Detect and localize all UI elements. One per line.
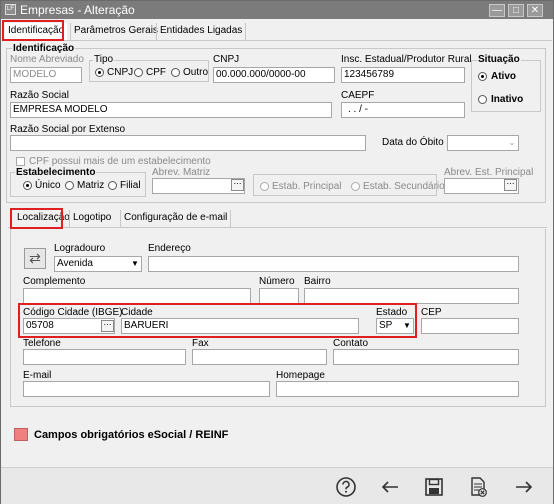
situacao-label: Situação xyxy=(477,54,521,65)
tipo-cpf-label: CPF xyxy=(146,67,166,78)
estab-secundario-label: Estab. Secundário xyxy=(363,181,445,192)
complemento-input[interactable] xyxy=(23,288,251,304)
back-arrow-icon[interactable] xyxy=(379,476,401,498)
estab-secundario-radio[interactable] xyxy=(351,182,360,191)
cnpj-input[interactable]: 00.000.000/0000-00 xyxy=(213,67,335,83)
swap-arrows-icon[interactable]: ⇄ xyxy=(24,248,46,269)
minimize-button[interactable]: — xyxy=(489,4,505,17)
logradouro-label: Logradouro xyxy=(54,243,106,254)
tipo-outro-radio[interactable] xyxy=(171,68,180,77)
cod-cidade-lookup-button[interactable]: ⋯ xyxy=(101,320,114,332)
estab-filial-label: Filial xyxy=(120,180,141,191)
close-button[interactable]: ✕ xyxy=(527,4,543,17)
tab-entidades-ligadas[interactable]: Entidades Ligadas xyxy=(156,23,247,40)
bairro-label: Bairro xyxy=(304,276,331,287)
identificacao-section-label: Identificação xyxy=(12,43,76,54)
title-bar: LF Empresas - Alteração — □ ✕ xyxy=(1,1,553,19)
bairro-input[interactable] xyxy=(304,288,519,304)
telefone-label: Telefone xyxy=(23,338,61,349)
numero-input[interactable] xyxy=(259,288,299,304)
homepage-label: Homepage xyxy=(276,370,325,381)
estab-unico-label: Único xyxy=(35,180,61,191)
cidade-label: Cidade xyxy=(121,307,153,318)
inner-tab-strip xyxy=(8,227,547,228)
estab-matriz-radio[interactable] xyxy=(65,181,74,190)
maximize-button[interactable]: □ xyxy=(508,4,524,17)
bottom-toolbar xyxy=(1,467,553,504)
numero-label: Número xyxy=(259,276,295,287)
situacao-ativo-label: Ativo xyxy=(491,71,516,82)
cpf-multi-checkbox[interactable] xyxy=(16,157,25,166)
insc-estadual-label: Insc. Estadual/Produtor Rural xyxy=(341,54,472,65)
required-fields-legend-text: Campos obrigatórios eSocial / REINF xyxy=(34,429,229,441)
abrev-matriz-lookup-button[interactable]: ⋯ xyxy=(231,179,244,191)
chevron-down-icon[interactable]: ▼ xyxy=(401,319,413,333)
required-fields-legend-swatch xyxy=(14,428,28,441)
estab-unico-radio[interactable] xyxy=(23,181,32,190)
estab-principal-radio[interactable] xyxy=(260,182,269,191)
caepf-label: CAEPF xyxy=(341,90,375,101)
razao-extenso-input[interactable] xyxy=(10,135,366,151)
email-label: E-mail xyxy=(23,370,52,381)
tab-logotipo[interactable]: Logotipo xyxy=(69,210,114,227)
tipo-label: Tipo xyxy=(93,54,115,65)
situacao-inativo-label: Inativo xyxy=(491,94,524,105)
endereco-label: Endereço xyxy=(148,243,191,254)
tab-configuracao-email[interactable]: Configuração de e-mail xyxy=(120,210,232,227)
situacao-inativo-radio[interactable] xyxy=(478,95,487,104)
window-title: Empresas - Alteração xyxy=(20,3,135,17)
app-icon: LF xyxy=(5,4,16,15)
cep-label: CEP xyxy=(421,307,442,318)
window: LF Empresas - Alteração — □ ✕ Identifica… xyxy=(0,0,554,504)
tab-parametros-gerais[interactable]: Parâmetros Gerais xyxy=(70,23,161,40)
homepage-input[interactable] xyxy=(276,381,519,397)
situacao-ativo-radio[interactable] xyxy=(478,72,487,81)
tipo-cpf-radio[interactable] xyxy=(134,68,143,77)
contato-input[interactable] xyxy=(333,349,519,365)
tipo-outro-label: Outro xyxy=(183,67,209,78)
cep-input[interactable] xyxy=(421,318,519,334)
nome-abreviado-label: Nome Abreviado xyxy=(10,54,84,65)
email-input[interactable] xyxy=(23,381,270,397)
telefone-input[interactable] xyxy=(23,349,186,365)
estab-matriz-label: Matriz xyxy=(77,180,105,191)
cnpj-label: CNPJ xyxy=(213,54,240,65)
razao-social-input[interactable]: EMPRESA MODELO xyxy=(10,102,332,118)
estab-filial-radio[interactable] xyxy=(108,181,117,190)
cod-cidade-label: Código Cidade (IBGE) xyxy=(23,307,123,318)
caepf-input[interactable]: . . / - xyxy=(341,102,465,118)
estabelecimento-label: Estabelecimento xyxy=(15,167,97,178)
contato-label: Contato xyxy=(333,338,369,349)
razao-extenso-label: Razão Social por Extenso xyxy=(10,124,126,135)
cancel-document-icon[interactable] xyxy=(467,476,489,498)
cidade-input[interactable]: BARUERI xyxy=(121,318,359,334)
fax-label: Fax xyxy=(192,338,209,349)
help-icon[interactable] xyxy=(335,476,357,498)
highlight-tab-localizacao xyxy=(10,208,63,229)
abrev-est-principal-lookup-button[interactable]: ⋯ xyxy=(504,179,517,191)
highlight-tab-identificacao xyxy=(2,20,64,41)
exit-arrow-icon[interactable] xyxy=(513,476,535,498)
estado-label: Estado xyxy=(376,307,408,318)
razao-social-label: Razão Social xyxy=(10,90,69,101)
data-obito-label: Data do Óbito xyxy=(382,137,444,148)
complemento-label: Complemento xyxy=(23,276,86,287)
nome-abreviado-input[interactable]: MODELO xyxy=(10,67,82,83)
insc-estadual-input[interactable]: 123456789 xyxy=(341,67,465,83)
endereco-input[interactable] xyxy=(148,256,519,272)
abrev-est-principal-label: Abrev. Est. Principal xyxy=(444,167,534,178)
tipo-cnpj-radio[interactable] xyxy=(95,68,104,77)
cpf-multi-label: CPF possui mais de um estabelecimento xyxy=(29,156,211,167)
estab-principal-label: Estab. Principal xyxy=(272,181,342,192)
chevron-down-icon[interactable]: ⌄ xyxy=(506,136,518,150)
save-icon[interactable] xyxy=(423,476,445,498)
chevron-down-icon[interactable]: ▼ xyxy=(129,257,141,271)
fax-input[interactable] xyxy=(192,349,327,365)
abrev-matriz-label: Abrev. Matriz xyxy=(152,167,211,178)
tipo-cnpj-label: CNPJ xyxy=(107,67,134,78)
